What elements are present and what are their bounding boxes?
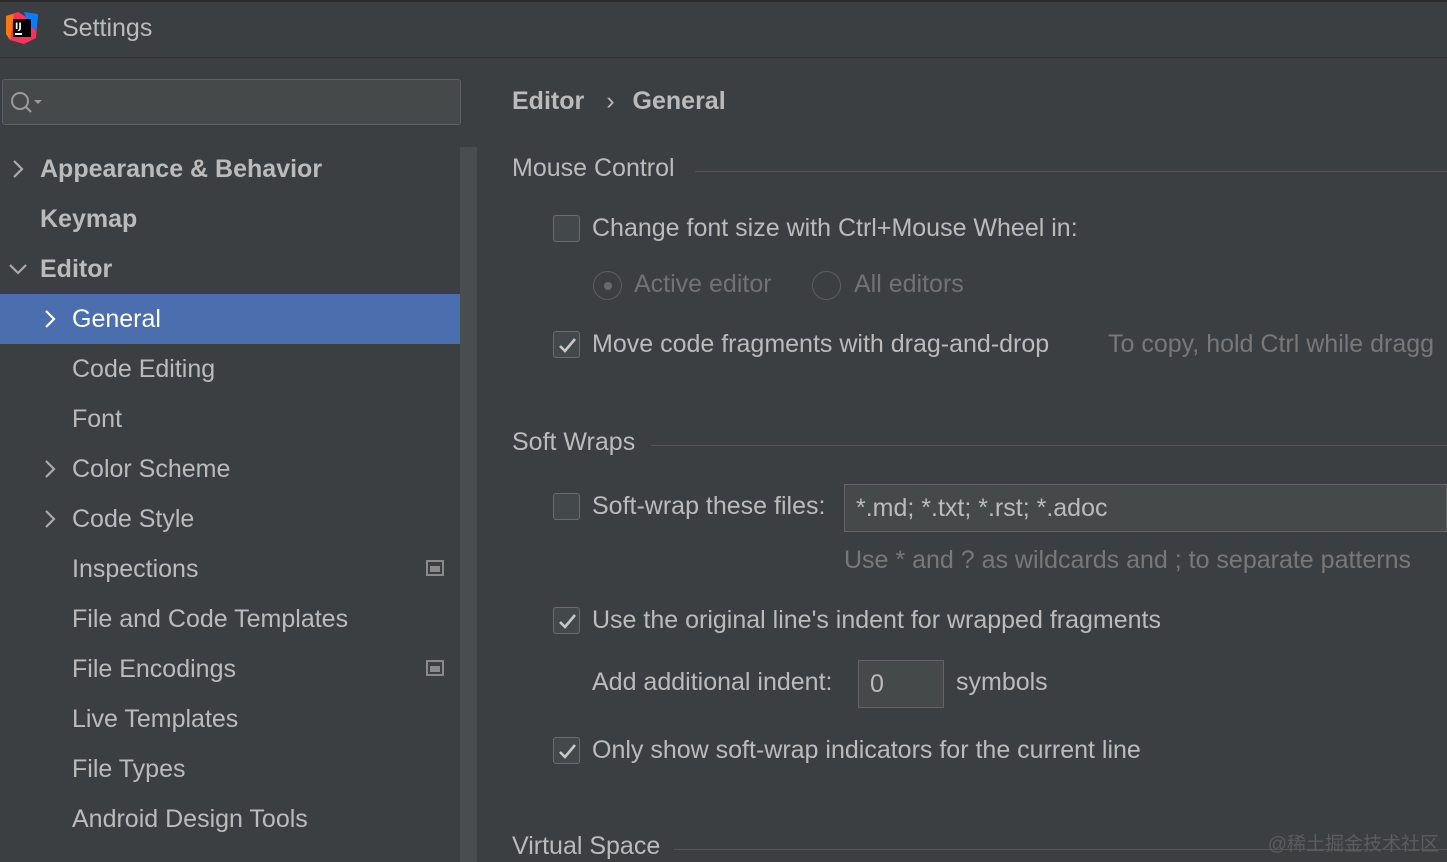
title-bar-top-strip [0,0,1447,2]
intellij-idea-icon: IJ [6,12,38,44]
tree-scrollbar[interactable] [460,147,477,862]
tree-item-label: Font [72,405,123,433]
tree-item-editor[interactable]: Editor [0,244,460,294]
tree-item-label: Appearance & Behavior [40,155,323,183]
radio-selected-dot [604,282,612,290]
breadcrumb-current: General [632,87,726,115]
soft-wrap-files-checkbox[interactable] [553,493,580,520]
additional-indent-input[interactable]: 0 [858,660,944,708]
tree-item-label: Color Scheme [72,455,231,483]
additional-indent-unit: symbols [956,668,1048,696]
tree-item-code-editing[interactable]: Code Editing [0,344,460,394]
tree-item-code-style[interactable]: Code Style [0,494,460,544]
checkmark-icon [559,744,576,759]
tree-item-appearance-behavior[interactable]: Appearance & Behavior [0,144,460,194]
tree-item-keymap[interactable]: Keymap [0,194,460,244]
checkmark-icon [559,338,576,353]
section-divider [695,171,1447,172]
virtual-space-section-title: Virtual Space [512,832,661,860]
font-size-checkbox[interactable] [553,215,580,242]
soft-wrap-files-hint: Use * and ? as wildcards and ; to separa… [844,546,1411,574]
soft-wrap-indicators-checkbox[interactable] [553,737,580,764]
project-level-icon [426,660,444,676]
drag-drop-checkbox[interactable] [553,331,580,358]
tree-item-file-types[interactable]: File Types [0,744,460,794]
tree-item-color-scheme[interactable]: Color Scheme [0,444,460,494]
tree-item-label: Live Templates [72,705,239,733]
all-editors-radio[interactable] [812,271,841,300]
tree-item-android-design-tools[interactable]: Android Design Tools [0,794,460,844]
settings-tree-pane: Appearance & Behavior Keymap Editor General… [0,59,477,862]
tree-item-inspections[interactable]: Inspections [0,544,460,594]
chevron-right-icon[interactable] [8,158,28,180]
tree-item-label: Editor [40,255,113,283]
soft-wrap-files-label[interactable]: Soft-wrap these files: [592,492,825,521]
font-size-label[interactable]: Change font size with Ctrl+Mouse Wheel i… [592,214,1078,243]
original-indent-checkbox[interactable] [553,607,580,634]
tree-item-label: File Types [72,755,186,783]
tree-item-general[interactable]: General [0,294,477,344]
settings-content-pane: Editor › General Mouse Control Change font… [477,59,1447,862]
chevron-right-icon[interactable] [40,508,60,530]
active-editor-label[interactable]: Active editor [634,270,772,299]
search-icon[interactable] [9,89,45,117]
watermark: @稀土掘金技术社区 [1267,834,1439,855]
tree-item-label: Android Design Tools [72,805,308,833]
tree-item-label: Code Editing [72,355,216,383]
mouse-control-section-title: Mouse Control [512,154,675,182]
tree-item-label: Inspections [72,555,199,583]
svg-text:IJ: IJ [15,22,22,32]
section-divider [651,445,1447,446]
breadcrumb: Editor › General [512,87,726,116]
tree-item-label: Code Style [72,505,195,533]
tree-item-label: File and Code Templates [72,605,349,633]
chevron-right-icon[interactable] [40,308,60,330]
additional-indent-label: Add additional indent: [592,668,833,696]
tree-item-label: General [72,305,161,333]
breadcrumb-parent[interactable]: Editor [512,87,584,115]
settings-search-input[interactable] [2,79,461,125]
tree-item-file-and-code-templates[interactable]: File and Code Templates [0,594,460,644]
breadcrumb-separator: › [606,87,615,115]
tree-item-file-encodings[interactable]: File Encodings [0,644,460,694]
tree-item-label: Keymap [40,205,138,233]
soft-wraps-section-title: Soft Wraps [512,428,636,456]
chevron-right-icon[interactable] [40,458,60,480]
soft-wrap-files-input[interactable]: *.md; *.txt; *.rst; *.adoc [844,484,1447,532]
tree-item-label: File Encodings [72,655,236,683]
chevron-down-icon[interactable] [8,258,28,280]
title-bar: IJ Settings [0,0,1447,58]
drag-drop-label[interactable]: Move code fragments with drag-and-drop [592,330,1049,359]
original-indent-label[interactable]: Use the original line's indent for wrapp… [592,606,1161,635]
checkmark-icon [559,614,576,629]
project-level-icon [426,560,444,576]
soft-wrap-indicators-label[interactable]: Only show soft-wrap indicators for the c… [592,736,1141,765]
window-title: Settings [62,14,153,42]
active-editor-radio[interactable] [593,271,622,300]
tree-item-font[interactable]: Font [0,394,460,444]
drag-drop-hint: To copy, hold Ctrl while dragg [1108,330,1435,358]
tree-item-live-templates[interactable]: Live Templates [0,694,460,744]
all-editors-label[interactable]: All editors [854,270,964,299]
